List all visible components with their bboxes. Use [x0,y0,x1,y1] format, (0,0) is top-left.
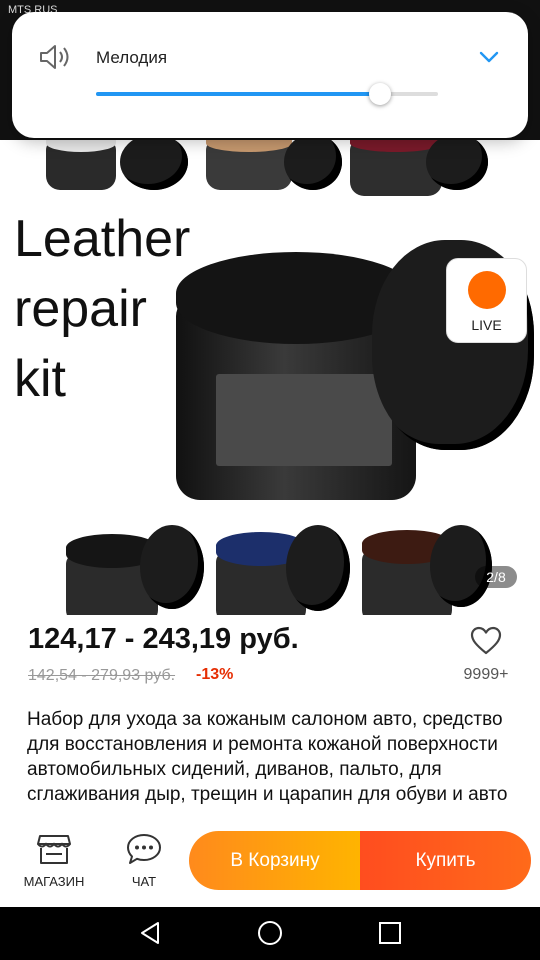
old-price-range: 142,54 - 279,93 руб. [28,667,176,684]
screen: MTS RUS Leather repair kit LIVE 2/8 Мело… [0,0,540,960]
lid [426,140,488,190]
live-stream-icon [468,271,506,309]
lid [120,140,188,190]
lid [284,140,342,190]
jar-beige [206,140,292,190]
favorite-button[interactable]: 9999+ [456,622,516,688]
live-label: LIVE [471,317,502,333]
add-to-cart-button[interactable]: В Корзину [189,831,361,890]
live-button[interactable]: LIVE [446,258,527,343]
speaker-icon[interactable] [38,42,72,72]
chat-bubble-icon [127,834,161,864]
headline-line: kit [14,350,66,408]
headline-line: Leather [14,210,191,268]
lid [286,525,350,611]
shop-label: МАГАЗИН [23,874,85,889]
bottom-action-bar: МАГАЗИН ЧАТ В Корзину Купить [0,815,540,907]
chat-label: ЧАТ [131,874,157,889]
chat-button[interactable]: ЧАТ [104,830,184,894]
back-icon[interactable] [138,920,162,946]
recent-apps-icon[interactable] [378,921,402,945]
jar-white [46,140,116,190]
volume-panel[interactable]: Мелодия [12,12,528,138]
product-description: Набор для ухода за кожаным салоном авто,… [27,709,508,805]
store-icon [37,835,71,864]
volume-stream-label: Мелодия [96,48,168,67]
favorites-count: 9999+ [463,666,509,683]
lid [140,525,204,609]
product-image-gallery[interactable]: Leather repair kit LIVE 2/8 [0,140,540,615]
discount-badge: -13% [196,666,234,683]
price-range: 124,17 - 243,19 руб. [28,623,299,655]
volume-slider-fill [96,92,380,96]
buy-now-button[interactable]: Купить [360,831,531,890]
heart-icon[interactable] [470,626,502,656]
home-icon[interactable] [257,920,283,946]
headline-line: repair [14,280,147,338]
chevron-down-icon[interactable] [478,46,500,68]
volume-slider-thumb[interactable] [368,83,391,105]
volume-slider[interactable] [96,83,438,105]
product-headline: Leather repair kit [14,204,190,414]
shop-button[interactable]: МАГАЗИН [14,830,94,894]
image-page-indicator: 2/8 [475,566,517,588]
system-navigation-bar [0,907,540,960]
